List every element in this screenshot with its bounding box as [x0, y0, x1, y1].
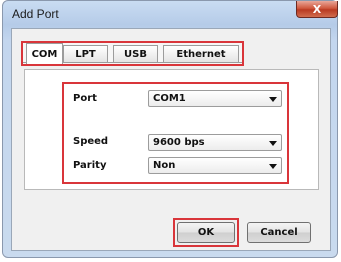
- tab-lpt-label: LPT: [75, 48, 96, 60]
- dialog-body: COM LPT USB Ethernet Port COM1 Speed 960…: [11, 28, 331, 251]
- ok-button-label: OK: [197, 227, 215, 238]
- dialog-title: Add Port: [12, 7, 59, 21]
- tab-usb[interactable]: USB: [113, 45, 158, 62]
- settings-highlight: Port COM1 Speed 9600 bps Parity Non: [62, 82, 289, 184]
- close-icon: X: [312, 2, 322, 16]
- speed-value: 9600 bps: [153, 137, 205, 148]
- tab-com[interactable]: COM: [26, 43, 63, 64]
- add-port-dialog: Add Port X COM LPT USB Ethernet Port COM: [2, 0, 338, 258]
- ok-button[interactable]: OK: [177, 222, 235, 243]
- chevron-down-icon: [269, 141, 277, 146]
- parity-label: Parity: [73, 160, 107, 171]
- com-settings-panel: Port COM1 Speed 9600 bps Parity Non: [24, 69, 319, 190]
- tab-ethernet[interactable]: Ethernet: [163, 45, 239, 62]
- parity-select[interactable]: Non: [148, 157, 282, 174]
- speed-select[interactable]: 9600 bps: [148, 134, 282, 151]
- close-button[interactable]: X: [296, 1, 338, 18]
- port-value: COM1: [153, 93, 186, 104]
- tab-com-label: COM: [31, 48, 58, 60]
- tab-lpt[interactable]: LPT: [63, 45, 108, 62]
- chevron-down-icon: [269, 97, 277, 102]
- tab-ethernet-label: Ethernet: [176, 48, 226, 60]
- cancel-button[interactable]: Cancel: [247, 222, 311, 243]
- cancel-button-label: Cancel: [260, 227, 298, 238]
- speed-label: Speed: [73, 136, 109, 147]
- chevron-down-icon: [269, 164, 277, 169]
- parity-value: Non: [153, 160, 176, 171]
- port-select[interactable]: COM1: [148, 90, 282, 107]
- port-label: Port: [73, 93, 97, 104]
- tab-usb-label: USB: [124, 48, 147, 60]
- port-type-tabs: COM LPT USB Ethernet: [21, 41, 244, 66]
